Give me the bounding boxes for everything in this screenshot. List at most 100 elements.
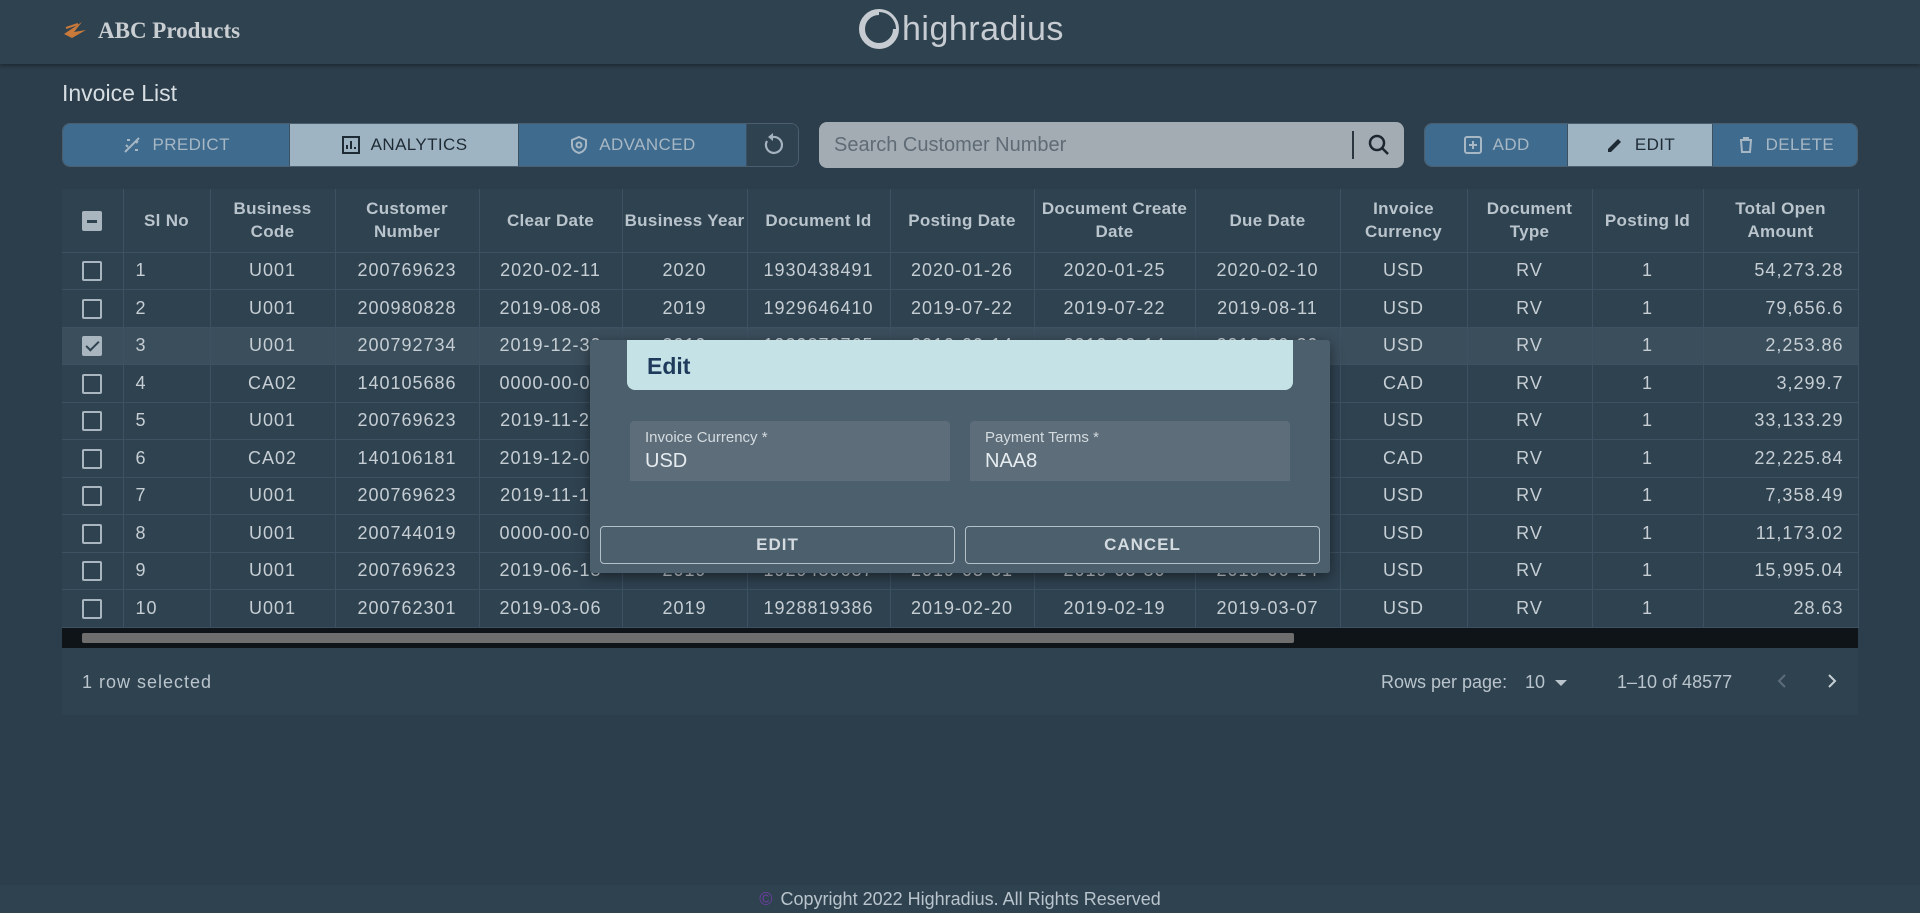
column-header[interactable]: Document Create Date [1034, 189, 1196, 253]
table-cell: 2 [123, 289, 211, 328]
invoice-currency-input[interactable] [645, 450, 935, 473]
row-checkbox-cell[interactable] [62, 402, 124, 440]
row-checkbox[interactable] [82, 448, 103, 469]
table-cell: U001 [210, 252, 336, 290]
row-checkbox-cell[interactable] [62, 289, 124, 328]
column-header[interactable]: Document Id [747, 189, 891, 253]
column-header[interactable]: Invoice Currency [1340, 189, 1468, 253]
refresh-button[interactable] [747, 124, 798, 166]
search-input[interactable] [819, 122, 1352, 168]
table-cell: CAD [1340, 439, 1468, 478]
next-page-button[interactable] [1816, 666, 1846, 696]
table-row[interactable]: 10 U001 200762301 2019-03-06 2019 1928819386 2… [62, 589, 1859, 628]
highradius-logo-icon [859, 9, 899, 49]
table-cell: 1 [123, 252, 211, 290]
column-header[interactable]: Total Open Amount [1703, 189, 1859, 253]
row-checkbox-cell[interactable] [62, 552, 124, 590]
row-checkbox[interactable] [82, 336, 103, 357]
table-cell: 140105686 [335, 364, 480, 403]
table-cell: 1 [1592, 327, 1704, 365]
scrollbar-thumb[interactable] [82, 633, 1294, 643]
table-row[interactable]: 2 U001 200980828 2019-08-08 2019 1929646410 20… [62, 289, 1859, 328]
delete-label: DELETE [1765, 135, 1835, 154]
table-cell: 1 [1592, 252, 1704, 290]
row-checkbox[interactable] [82, 561, 103, 582]
select-all-checkbox[interactable] [82, 211, 103, 232]
row-checkbox-cell[interactable] [62, 439, 124, 478]
caret-down-icon [1555, 679, 1568, 686]
dialog-cancel-button[interactable]: CANCEL [965, 526, 1320, 564]
table-cell: 9 [123, 552, 211, 590]
row-checkbox-cell[interactable] [62, 364, 124, 403]
edit-label: EDIT [1634, 135, 1676, 154]
table-cell: 10 [123, 589, 211, 628]
table-cell: USD [1340, 327, 1468, 365]
dialog-edit-button[interactable]: EDIT [600, 526, 955, 564]
table-cell: 2020-01-25 [1034, 252, 1196, 290]
chevron-right-icon [1828, 674, 1837, 688]
page-range: 1–10 of 48577 [1617, 672, 1733, 692]
delete-button[interactable]: DELETE [1712, 124, 1857, 166]
table-cell: 4 [123, 364, 211, 403]
row-checkbox[interactable] [82, 523, 103, 544]
table-cell: 200769623 [335, 402, 480, 440]
select-all-cell[interactable] [62, 189, 124, 253]
row-checkbox[interactable] [82, 598, 103, 619]
column-header[interactable]: Sl No [123, 189, 211, 253]
row-checkbox[interactable] [82, 486, 103, 507]
column-header[interactable]: Clear Date [479, 189, 623, 253]
predict-label: PREDICT [152, 135, 230, 154]
row-checkbox-cell[interactable] [62, 252, 124, 290]
rows-per-page-select[interactable]: 10 [1525, 672, 1568, 693]
previous-page-button[interactable] [1768, 666, 1798, 696]
edit-button[interactable]: EDIT [1568, 124, 1713, 166]
table-cell: 1 [1592, 589, 1704, 628]
trash-icon [1739, 137, 1752, 153]
row-checkbox-cell[interactable] [62, 327, 124, 365]
payment-terms-input[interactable] [985, 450, 1275, 473]
table-cell: 11,173.02 [1703, 514, 1859, 553]
row-checkbox-cell[interactable] [62, 477, 124, 515]
column-header[interactable]: Posting Id [1592, 189, 1704, 253]
table-cell: 200769623 [335, 477, 480, 515]
column-header[interactable]: Business Year [622, 189, 748, 253]
rows-per-page-label: Rows per page: [1381, 672, 1508, 692]
search-button[interactable] [1354, 122, 1404, 168]
analytics-button[interactable]: ANALYTICS [290, 124, 519, 166]
row-checkbox[interactable] [82, 411, 103, 432]
add-button[interactable]: ADD [1425, 124, 1569, 166]
table-cell: 2019-02-20 [890, 589, 1035, 628]
column-header[interactable]: Business Code [210, 189, 336, 253]
table-cell: 2019-03-06 [479, 589, 623, 628]
table-cell: 1 [1592, 477, 1704, 515]
table-cell: 2020 [622, 252, 748, 290]
table-cell: RV [1467, 477, 1593, 515]
table-row[interactable]: 1 U001 200769623 2020-02-11 2020 1930438491 20… [62, 252, 1859, 290]
row-checkbox[interactable] [82, 298, 103, 319]
table-cell: U001 [210, 289, 336, 328]
row-checkbox[interactable] [82, 261, 103, 282]
highradius-logo: highradius [858, 8, 1064, 50]
table-cell: 3 [123, 327, 211, 365]
table-cell: 1929646410 [747, 289, 891, 328]
predict-button[interactable]: PREDICT [63, 124, 291, 166]
invoice-currency-field[interactable]: Invoice Currency * [630, 421, 950, 481]
row-checkbox-cell[interactable] [62, 514, 124, 553]
table-cell: U001 [210, 477, 336, 515]
column-header[interactable]: Due Date [1195, 189, 1341, 253]
table-cell: 1 [1592, 552, 1704, 590]
dialog-title: Edit [647, 353, 691, 379]
column-header[interactable]: Posting Date [890, 189, 1035, 253]
table-cell: 200769623 [335, 252, 480, 290]
payment-terms-field[interactable]: Payment Terms * [970, 421, 1290, 481]
horizontal-scrollbar[interactable] [62, 628, 1858, 648]
row-checkbox-cell[interactable] [62, 589, 124, 628]
table-cell: USD [1340, 552, 1468, 590]
column-header[interactable]: Customer Number [335, 189, 480, 253]
rows-per-page-value: 10 [1525, 672, 1546, 692]
table-cell: 2,253.86 [1703, 327, 1859, 365]
row-checkbox[interactable] [82, 373, 103, 394]
advanced-button[interactable]: ADVANCED [518, 124, 748, 166]
column-header[interactable]: Document Type [1467, 189, 1593, 253]
table-cell: 200744019 [335, 514, 480, 553]
